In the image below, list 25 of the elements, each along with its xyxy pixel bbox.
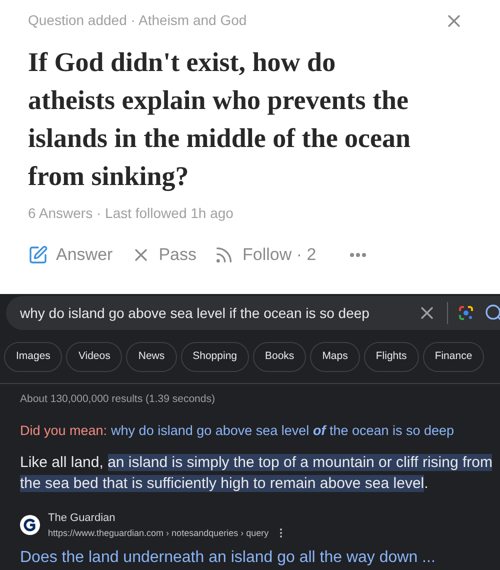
feed-icon bbox=[214, 244, 234, 265]
result-title-link[interactable]: Does the land underneath an island go all the way down ... bbox=[20, 546, 480, 570]
question-title: If God didn't exist, how do atheists explain who prevents the islands in the middle of the ocean from sinking? bbox=[28, 46, 412, 193]
edit-icon bbox=[28, 244, 48, 265]
more-icon bbox=[350, 252, 366, 257]
filter-chip[interactable]: Maps bbox=[310, 342, 360, 372]
filter-chip[interactable]: Books bbox=[253, 342, 306, 372]
suggestion-link[interactable]: why do island go above sea level of the ocean is so deep bbox=[111, 420, 454, 441]
filter-chip[interactable]: Finance bbox=[422, 342, 484, 372]
filter-chip[interactable]: News bbox=[126, 342, 177, 372]
did-you-mean-label: Did you mean: bbox=[20, 422, 108, 440]
question-context: Question added · Atheism and God bbox=[28, 11, 247, 30]
more-button[interactable] bbox=[350, 252, 366, 257]
results-stats: About 130,000,000 results (1.39 seconds) bbox=[20, 392, 216, 407]
lens-icon[interactable] bbox=[458, 305, 474, 321]
answer-snippet: Like all land, an island is simply the top of a mountain or cliff rising from the sea bed that is sufficiently high to remain above sea level. bbox=[20, 453, 494, 494]
search-field[interactable]: why do island go above sea level if the ocean is so deep bbox=[6, 296, 500, 330]
filter-chip[interactable]: Images bbox=[4, 342, 62, 372]
filter-chip[interactable]: Shopping bbox=[180, 342, 249, 372]
search-icon[interactable] bbox=[484, 303, 500, 323]
result-url: https://www.theguardian.com › notesandqueries › query bbox=[48, 526, 269, 540]
site-name: The Guardian bbox=[48, 511, 116, 526]
filter-chip[interactable]: Flights bbox=[364, 342, 419, 372]
question-meta: 6 Answers · Last followed 1h ago bbox=[28, 204, 234, 223]
filter-chip[interactable]: Videos bbox=[66, 342, 122, 372]
